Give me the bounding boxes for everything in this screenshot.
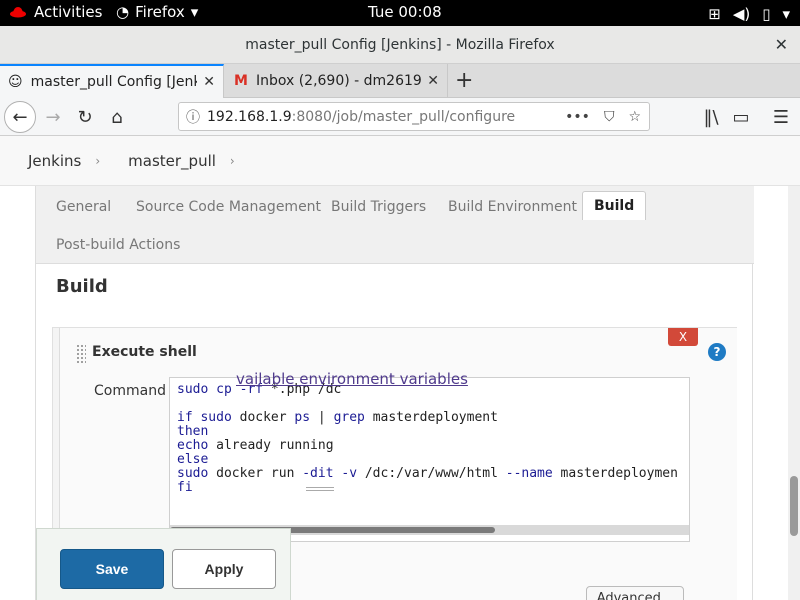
tab-source-code-management[interactable]: Source Code Management	[136, 199, 321, 215]
env-variables-link[interactable]: vailable environment variables	[236, 370, 468, 388]
system-tray[interactable]: ⊞ ◀) ▯ ▾	[708, 5, 790, 23]
tab-jenkins-config[interactable]: ☺ master_pull Config [Jenkins] ✕	[0, 64, 224, 98]
scrollbar-thumb[interactable]	[790, 476, 798, 536]
info-icon[interactable]: ⓘ	[179, 107, 207, 127]
pocket-icon[interactable]: ⛉	[604, 109, 615, 125]
tab-post-build-actions[interactable]: Post-build Actions	[56, 237, 180, 253]
resize-grip-icon[interactable]	[306, 487, 334, 491]
tab-label: master_pull Config [Jenkins]	[30, 74, 198, 90]
reload-icon: ↻	[77, 106, 93, 128]
activities-button[interactable]: Activities	[10, 3, 102, 21]
arrow-left-icon: ←	[12, 106, 28, 128]
url-host: 192.168.1.9	[207, 108, 292, 125]
chevron-down-icon: ▾	[782, 5, 790, 23]
tab-build-triggers[interactable]: Build Triggers	[331, 199, 426, 215]
home-icon: ⌂	[111, 106, 123, 128]
window-title: master_pull Config [Jenkins] - Mozilla F…	[245, 37, 555, 53]
tab-gmail-inbox[interactable]: M Inbox (2,690) - dm261999 ✕	[226, 64, 448, 98]
clock[interactable]: Tue 00:08	[368, 3, 442, 21]
bookmark-star-icon[interactable]: ☆	[628, 109, 641, 125]
breadcrumb-jenkins[interactable]: Jenkins	[28, 152, 81, 170]
network-icon: ⊞	[708, 5, 721, 23]
step-title: Execute shell	[92, 344, 197, 360]
window-close-icon[interactable]: ✕	[775, 26, 788, 64]
advanced-button[interactable]: Advanced...	[586, 586, 684, 600]
battery-icon: ▯	[762, 5, 771, 23]
app-menu[interactable]: ◔ Firefox ▾	[116, 3, 198, 21]
redhat-logo-icon	[10, 7, 26, 18]
help-icon[interactable]: ?	[708, 343, 726, 361]
chevron-right-icon[interactable]: ›	[230, 154, 235, 168]
new-tab-icon[interactable]: +	[455, 68, 473, 93]
app-menu-label: Firefox	[135, 3, 185, 21]
code-line: fi	[177, 480, 193, 495]
delete-step-button[interactable]: X	[668, 328, 698, 346]
command-label: Command	[94, 383, 166, 399]
chevron-down-icon: ▾	[190, 3, 199, 21]
jenkins-favicon-icon: ☺	[8, 74, 23, 90]
code-line: if sudo docker ps | grep masterdeploymen…	[177, 410, 498, 425]
nav-bar: ← → ↻ ⌂ ⓘ 192.168.1.9:8080/job/master_pu…	[0, 98, 800, 136]
save-button[interactable]: Save	[60, 549, 164, 589]
activities-label: Activities	[34, 3, 103, 21]
menu-button[interactable]: ☰	[766, 102, 796, 132]
firefox-icon: ◔	[116, 3, 130, 21]
tab-label: Inbox (2,690) - dm261999	[255, 73, 422, 89]
system-top-bar: Activities ◔ Firefox ▾ Tue 00:08 ⊞ ◀) ▯ …	[0, 0, 800, 26]
apply-button[interactable]: Apply	[172, 549, 276, 589]
code-line: sudo docker run -dit -v /dc:/var/www/htm…	[177, 466, 678, 481]
command-editor[interactable]: sudo cp -rf *.php /dc if sudo docker ps …	[169, 377, 690, 542]
tab-general[interactable]: General	[56, 199, 111, 215]
window-title-bar: master_pull Config [Jenkins] - Mozilla F…	[0, 26, 800, 64]
url-text[interactable]: 192.168.1.9:8080/job/master_pull/configu…	[207, 109, 565, 125]
sidebar-button[interactable]: ▭	[726, 102, 756, 132]
drag-handle-icon[interactable]	[76, 344, 86, 364]
tab-build-environment[interactable]: Build Environment	[448, 199, 577, 215]
chevron-right-icon[interactable]: ›	[95, 154, 100, 168]
url-bar[interactable]: ⓘ 192.168.1.9:8080/job/master_pull/confi…	[178, 102, 650, 131]
reload-button[interactable]: ↻	[70, 102, 100, 132]
breadcrumb-job[interactable]: master_pull	[128, 152, 216, 170]
code-line: echo already running	[177, 438, 334, 453]
hamburger-menu-icon: ☰	[772, 106, 790, 128]
close-tab-icon[interactable]: ✕	[203, 74, 215, 90]
config-tabs: General Source Code Management Build Tri…	[36, 186, 754, 264]
volume-icon: ◀)	[732, 5, 751, 23]
tab-bar: ☺ master_pull Config [Jenkins] ✕ M Inbox…	[0, 64, 800, 98]
page-actions-icon[interactable]: •••	[565, 109, 590, 125]
back-button[interactable]: ←	[4, 101, 36, 133]
url-path: :8080/job/master_pull/configure	[291, 108, 516, 125]
home-button[interactable]: ⌂	[102, 102, 132, 132]
command-code[interactable]: sudo cp -rf *.php /dc if sudo docker ps …	[177, 383, 678, 495]
code-line: then	[177, 424, 209, 439]
forward-button[interactable]: →	[38, 102, 68, 132]
code-line: else	[177, 452, 209, 467]
gmail-favicon-icon: M	[234, 73, 248, 89]
page-vertical-scrollbar[interactable]	[788, 186, 800, 600]
tab-build[interactable]: Build	[582, 191, 647, 220]
arrow-right-icon: →	[45, 106, 61, 128]
library-icon: ‖\	[703, 106, 719, 128]
page-left-margin	[0, 186, 35, 600]
breadcrumb: Jenkins › master_pull ›	[0, 136, 800, 186]
close-tab-icon[interactable]: ✕	[427, 73, 439, 89]
library-button[interactable]: ‖\	[696, 102, 726, 132]
section-title: Build	[56, 276, 108, 297]
sidebar-icon: ▭	[732, 106, 750, 128]
